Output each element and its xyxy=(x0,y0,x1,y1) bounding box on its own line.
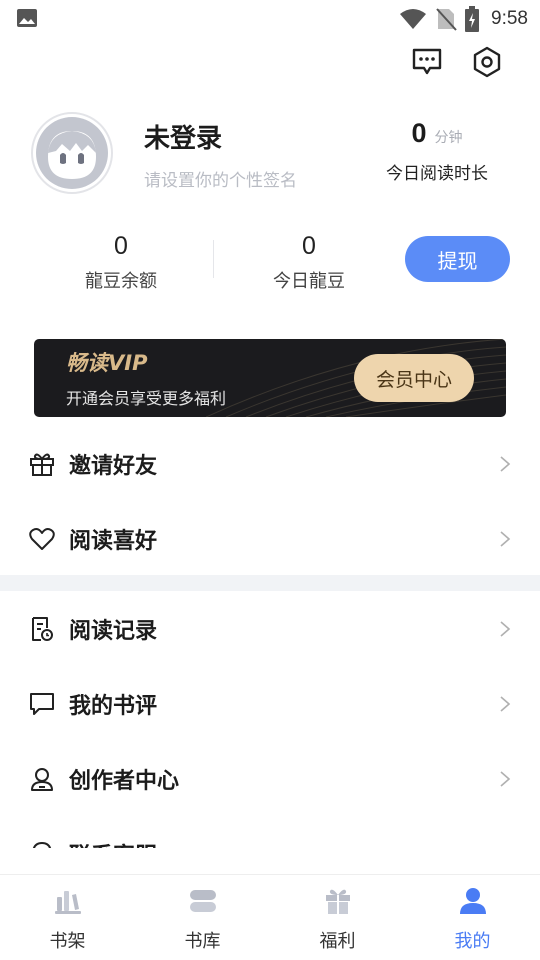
username[interactable]: 未登录 xyxy=(144,118,222,155)
gift-icon xyxy=(29,451,55,477)
menu-item-label: 我的书评 xyxy=(69,693,158,719)
menu-item-reading-history[interactable]: 阅读记录 xyxy=(0,591,540,666)
library-icon xyxy=(189,890,216,912)
section-divider xyxy=(0,575,540,591)
tab-label: 书架 xyxy=(49,931,86,952)
chevron-right-icon xyxy=(500,620,511,637)
settings-icon xyxy=(473,46,501,78)
bean-balance-label: 龍豆余额 xyxy=(85,271,157,292)
menu-item-reading-preference[interactable]: 阅读喜好 xyxy=(0,501,540,576)
menu-item-label: 阅读记录 xyxy=(69,618,158,644)
reading-time-unit: 分钟 xyxy=(434,130,463,146)
reading-time-value: 0 xyxy=(411,118,427,148)
signature-placeholder[interactable]: 请设置你的个性签名 xyxy=(144,166,297,191)
menu-item-label: 阅读喜好 xyxy=(69,528,158,554)
heart-icon xyxy=(29,526,55,552)
status-time: 9:58 xyxy=(491,8,528,29)
bean-balance[interactable]: 0 龍豆余额 xyxy=(51,232,191,293)
stats-divider xyxy=(213,240,214,278)
vip-title: 畅读VIP xyxy=(66,351,148,375)
default-avatar-icon xyxy=(36,117,108,189)
reading-time-label: 今日阅读时长 xyxy=(386,164,488,184)
headset-icon xyxy=(32,841,52,848)
bean-balance-value: 0 xyxy=(114,232,128,260)
today-beans-label: 今日龍豆 xyxy=(273,271,345,292)
message-icon xyxy=(412,48,442,75)
tab-library[interactable]: 书库 xyxy=(135,875,270,960)
chevron-right-icon xyxy=(500,770,511,787)
tab-label: 我的 xyxy=(454,931,491,952)
wifi-icon xyxy=(400,9,427,29)
today-beans[interactable]: 0 今日龍豆 xyxy=(239,232,379,293)
chevron-right-icon xyxy=(500,455,511,472)
withdraw-button[interactable]: 提现 xyxy=(405,236,510,282)
no-sim-icon xyxy=(436,8,457,31)
menu-item-label: 创作者中心 xyxy=(69,768,180,794)
bottom-tab-bar: 书架 书库 福利 我的 xyxy=(0,874,540,960)
status-bar: 9:58 xyxy=(0,0,540,38)
menu-item-my-reviews[interactable]: 我的书评 xyxy=(0,666,540,741)
gift-tab-icon xyxy=(325,889,350,914)
battery-icon xyxy=(465,6,480,32)
settings-button[interactable] xyxy=(469,44,505,80)
tab-label: 福利 xyxy=(319,931,356,952)
vip-banner[interactable]: 畅读VIP 开通会员享受更多福利 会员中心 xyxy=(34,339,506,417)
tab-label: 书库 xyxy=(184,931,221,952)
menu-item-invite-friends[interactable]: 邀请好友 xyxy=(0,426,540,501)
author-icon xyxy=(29,766,55,792)
chevron-right-icon xyxy=(500,530,511,547)
bookshelf-icon xyxy=(54,891,81,914)
vip-center-button[interactable]: 会员中心 xyxy=(354,354,474,402)
comment-icon xyxy=(29,691,55,717)
today-reading-time: 0 分钟 今日阅读时长 xyxy=(372,118,502,184)
tab-welfare[interactable]: 福利 xyxy=(270,875,405,960)
tab-bookshelf[interactable]: 书架 xyxy=(0,875,135,960)
profile-icon xyxy=(459,888,486,914)
gallery-icon xyxy=(17,9,37,27)
vip-subtitle: 开通会员享受更多福利 xyxy=(66,389,227,408)
today-beans-value: 0 xyxy=(302,232,316,260)
avatar[interactable] xyxy=(31,112,113,194)
menu-item-label: 联系客服 xyxy=(69,838,157,848)
message-button[interactable] xyxy=(409,44,445,80)
menu-item-label: 邀请好友 xyxy=(69,453,158,479)
reading-history-icon xyxy=(29,616,55,642)
tab-me[interactable]: 我的 xyxy=(405,875,540,960)
menu-item-creator-center[interactable]: 创作者中心 xyxy=(0,741,540,816)
chevron-right-icon xyxy=(500,695,511,712)
menu-item-contact-service[interactable]: 联系客服 xyxy=(0,836,540,848)
